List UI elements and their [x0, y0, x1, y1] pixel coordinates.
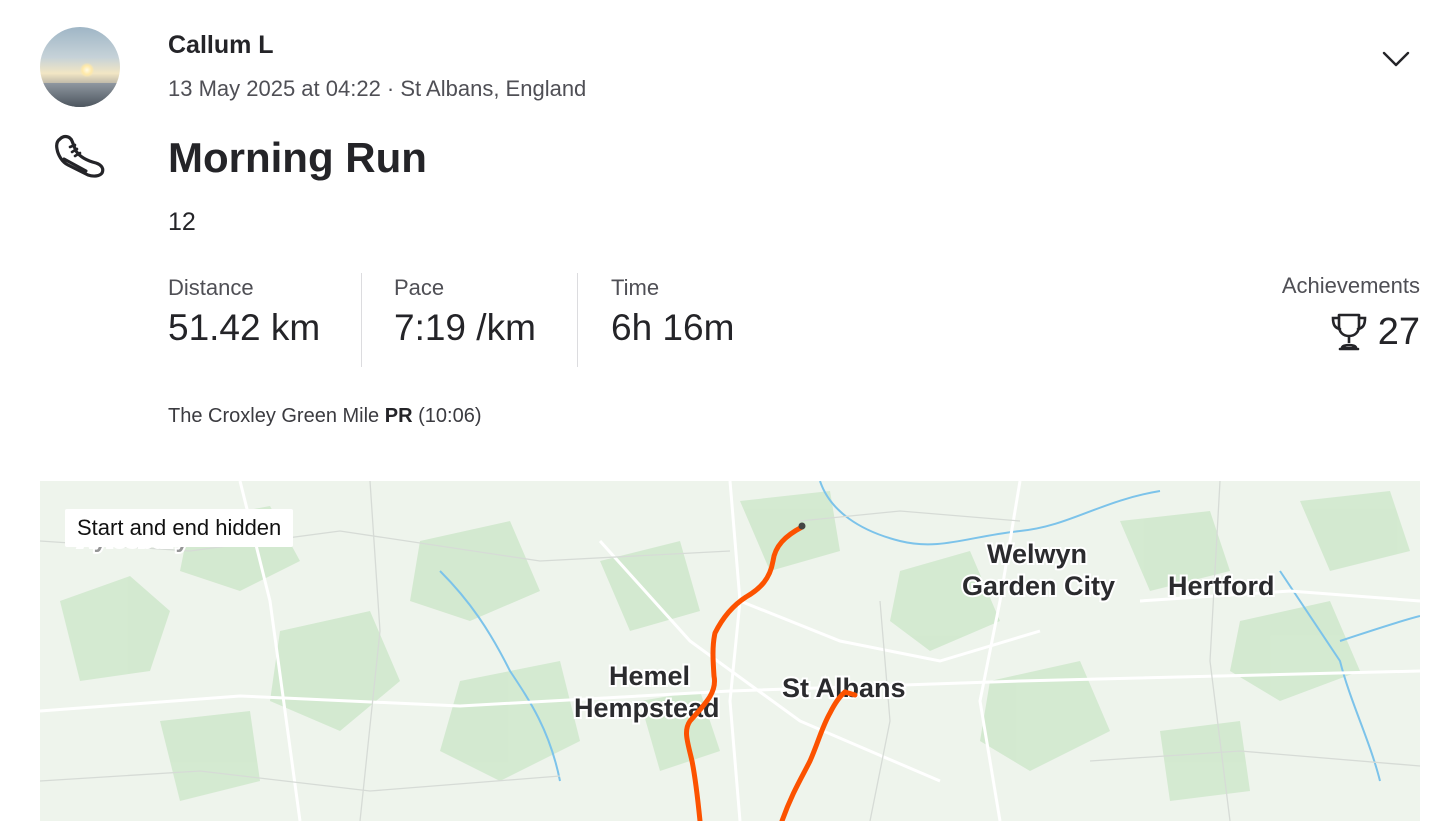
trophy-icon [1331, 313, 1367, 351]
map-label-welwyn: Welwyn [987, 539, 1087, 569]
activity-title: Morning Run [168, 134, 427, 181]
stat-distance: Distance 51.42 km [168, 275, 320, 349]
map-label-hertford: Hertford [1168, 571, 1275, 601]
stat-pace: Pace 7:19 /km [394, 275, 536, 349]
map-label-hempstead: Hempstead [574, 693, 720, 723]
map-label-st-albans: St Albans [782, 673, 906, 703]
avatar-sea [40, 83, 120, 107]
route-line-south [779, 689, 848, 821]
map-label-hemel: Hemel [609, 661, 690, 691]
map-label-garden-city: Garden City [962, 571, 1115, 601]
route-map[interactable]: Aylesbury Welwyn Garden City Hertford He… [40, 481, 1420, 821]
avatar-sun [80, 63, 94, 77]
activity-description: 12 [168, 208, 196, 236]
stat-label: Time [611, 275, 660, 300]
running-shoe-icon [55, 134, 105, 178]
segment-name[interactable]: The Croxley Green Mile [168, 405, 379, 427]
stat-divider [577, 273, 578, 367]
stat-label: Distance [168, 275, 254, 300]
achievements-summary[interactable]: 27 [1330, 310, 1420, 354]
stat-time: Time 6h 16m [611, 275, 734, 349]
stat-label: Pace [394, 275, 445, 300]
pr-badge: PR [384, 405, 413, 427]
achievements-label: Achievements [1281, 273, 1420, 298]
athlete-avatar[interactable] [40, 27, 120, 107]
chevron-down-icon[interactable] [1380, 48, 1412, 70]
stat-value: 6h 16m [611, 307, 735, 348]
achievements-count: 27 [1377, 310, 1420, 353]
stat-value: 51.42 km [168, 307, 321, 348]
route-line-link [842, 689, 858, 698]
stat-divider [361, 273, 362, 367]
segment-time: (10:06) [418, 405, 482, 427]
privacy-badge: Start and end hidden [65, 509, 294, 547]
route-end-marker [798, 522, 806, 530]
activity-date-location: 13 May 2025 at 04:22 · St Albans, Englan… [168, 76, 587, 101]
segment-pr[interactable]: The Croxley Green Mile PR (10:06) [168, 405, 481, 428]
athlete-name[interactable]: Callum L [168, 31, 274, 60]
stat-value: 7:19 /km [394, 307, 536, 348]
